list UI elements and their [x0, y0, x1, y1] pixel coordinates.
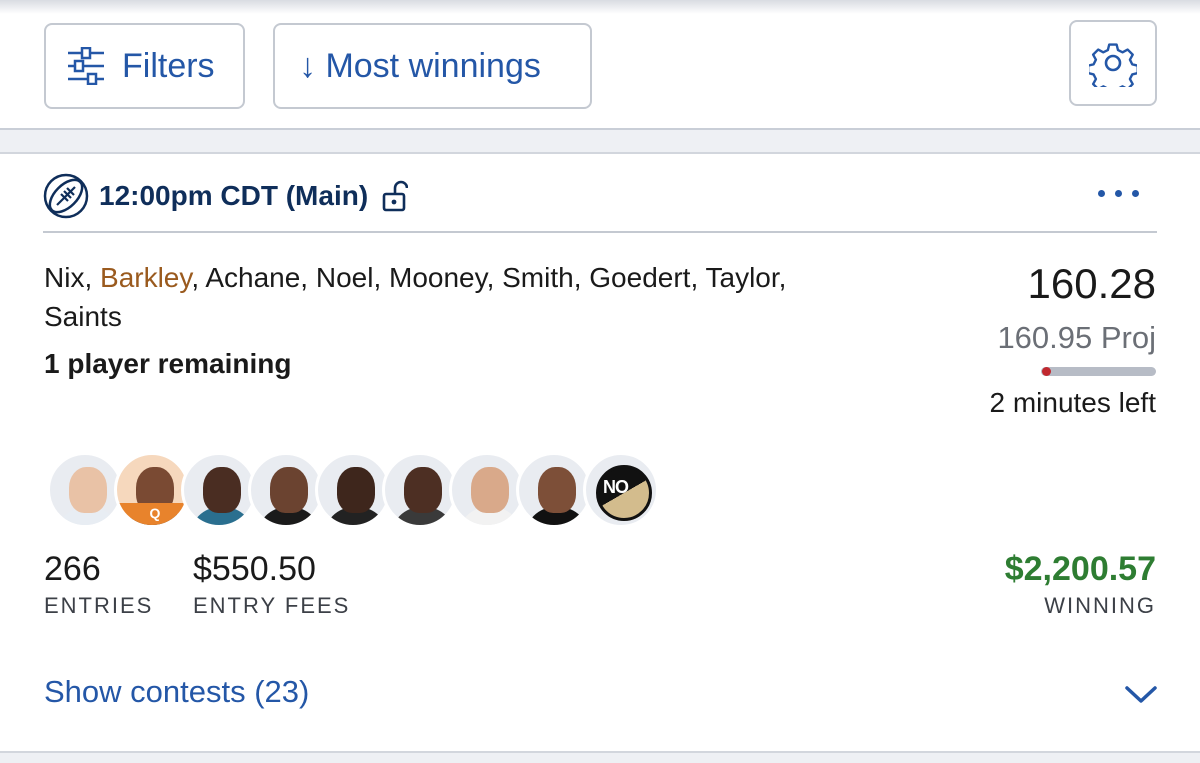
slate-title: 12:00pm CDT (Main) [99, 180, 369, 211]
team-logo: NO [596, 465, 652, 521]
section-divider [0, 128, 1200, 154]
player-name: Achane [205, 262, 301, 293]
player-avatar[interactable] [516, 452, 592, 528]
show-contests-link[interactable]: Show contests (23) [44, 674, 309, 710]
player-name: Goedert [589, 262, 691, 293]
avatar-face [471, 467, 509, 513]
entries-stat: 266 ENTRIES [44, 550, 153, 619]
questionable-badge: Q [117, 503, 187, 525]
entry-fees-stat: $550.50 ENTRY FEES [193, 550, 350, 619]
time-progress-bar [1041, 367, 1156, 376]
player-avatar[interactable] [47, 452, 123, 528]
player-avatar[interactable] [181, 452, 257, 528]
entries-label: ENTRIES [44, 593, 154, 618]
top-toolbar: Filters ↓ Most winnings [0, 0, 1200, 130]
player-avatar[interactable]: Q [114, 452, 190, 528]
card-divider [43, 231, 1157, 233]
filters-label: Filters [122, 46, 215, 85]
sort-button[interactable]: ↓ Most winnings [273, 23, 592, 109]
more-dots-icon[interactable] [1098, 190, 1139, 197]
player-avatar[interactable] [315, 452, 391, 528]
entry-fees-label: ENTRY FEES [193, 593, 351, 618]
gear-icon [1089, 43, 1137, 87]
filters-button[interactable]: Filters [44, 23, 245, 109]
player-name: Saints [44, 301, 122, 332]
avatar-face [337, 467, 375, 513]
avatar-face [538, 467, 576, 513]
winning-stat: $2,200.57 WINNING [1005, 550, 1156, 619]
team-logo-text: NO [603, 477, 629, 497]
settings-button[interactable] [1069, 20, 1157, 106]
player-avatar[interactable] [382, 452, 458, 528]
avatar-face [270, 467, 308, 513]
lineup-projection: 160.95 Proj [997, 320, 1156, 355]
player-avatar[interactable] [449, 452, 525, 528]
slate-header: 12:00pm CDT (Main) [43, 173, 409, 219]
football-icon [43, 173, 89, 219]
unlocked-icon [382, 180, 409, 212]
chevron-down-icon[interactable] [1124, 684, 1158, 706]
entries-value: 266 [44, 550, 101, 588]
player-name: Noel [315, 262, 374, 293]
bottom-divider [0, 751, 1200, 763]
lineup-card[interactable]: 12:00pm CDT (Main) Nix, Barkley, Achane,… [0, 154, 1200, 751]
winning-label: WINNING [1044, 593, 1156, 618]
player-name: Nix [44, 262, 85, 293]
sliders-icon [68, 47, 104, 85]
avatar-face [203, 467, 241, 513]
player-avatar[interactable] [248, 452, 324, 528]
players-remaining: 1 player remaining [44, 348, 292, 379]
player-name: Mooney [389, 262, 487, 293]
player-name: Smith [502, 262, 574, 293]
lineup-players: Nix, Barkley, Achane, Noel, Mooney, Smit… [44, 262, 787, 332]
avatar-face [69, 467, 107, 513]
toolbar-shadow [0, 0, 1200, 14]
player-avatar[interactable]: NO [583, 452, 659, 528]
player-name: Barkley [100, 262, 192, 293]
sort-label: ↓ Most winnings [299, 46, 541, 85]
avatar-face [404, 467, 442, 513]
time-left: 2 minutes left [989, 387, 1156, 418]
time-progress-fill [1042, 367, 1051, 376]
winning-value: $2,200.57 [1004, 550, 1156, 588]
player-name: Taylor [705, 262, 779, 293]
entry-fees-value: $550.50 [193, 550, 316, 588]
lineup-score: 160.28 [1027, 260, 1156, 307]
